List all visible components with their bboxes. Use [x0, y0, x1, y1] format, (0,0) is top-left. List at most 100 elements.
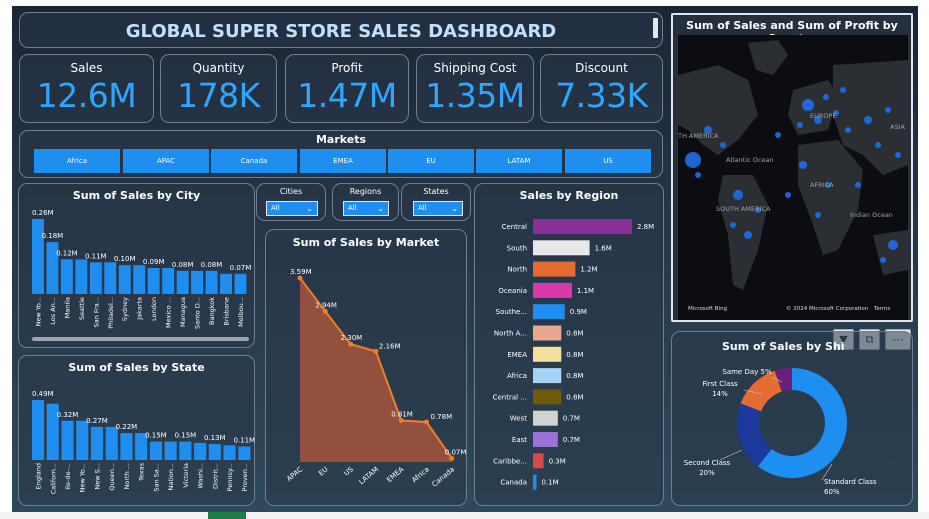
country-bubble [797, 122, 803, 128]
tick-label: Washi... [197, 463, 205, 489]
tick-label: Manila [63, 297, 71, 318]
data-point [297, 275, 303, 281]
bar [533, 346, 562, 362]
tick-label: Bangkok [208, 297, 216, 325]
country-bubble [720, 142, 726, 148]
country-bubble [895, 152, 901, 158]
data-label: 0.8M [566, 372, 583, 380]
bar [533, 389, 562, 405]
regions-dropdown[interactable]: All ⌄ [343, 201, 389, 216]
data-label: 0.15M [175, 432, 197, 440]
bar [60, 259, 73, 294]
tick-label: Queen... [108, 463, 116, 491]
taskbar-tab[interactable] [208, 512, 246, 519]
data-label: 0.27M [86, 417, 108, 425]
data-label: 2.94M [315, 301, 337, 309]
data-label: Second Class [684, 459, 731, 467]
horizontal-scrollbar[interactable] [32, 337, 249, 341]
bar [162, 268, 175, 294]
bar [208, 444, 221, 460]
market-button-eu[interactable]: EU [388, 149, 474, 173]
bar [238, 446, 251, 460]
tick-label: US [342, 465, 355, 478]
country-bubble [875, 142, 881, 148]
cities-dropdown[interactable]: All ⌄ [266, 201, 318, 216]
world-map[interactable]: TH AMERICA EUROPE ASIA Atlantic Ocean AFRICA… [678, 35, 908, 320]
market-button-canada[interactable]: Canada [211, 149, 297, 173]
kpi-value: 12.6M [36, 76, 137, 115]
bar [533, 368, 562, 384]
bar [533, 261, 576, 277]
region-bar-chart: Central 2.8M South 1.6M North 1.2M Oceania 1.1M… [493, 219, 654, 490]
data-label: 0.13M [204, 434, 226, 442]
country-bubble [695, 172, 701, 178]
tick-label: East [512, 436, 527, 444]
country-bubble [823, 94, 829, 100]
data-point [449, 455, 455, 461]
country-bubble [845, 127, 851, 133]
state-bar-chart: 0.49M England Californ... 0.32M Ile-de-... Ne… [32, 390, 255, 494]
data-label: 0.07M [230, 264, 252, 272]
tick-label: South [507, 244, 527, 252]
market-button-latam[interactable]: LATAM [476, 149, 562, 173]
bar [118, 265, 131, 294]
slicer-title: Cities [279, 187, 303, 196]
scroll-handle[interactable] [653, 18, 658, 38]
market-button-africa[interactable]: Africa [34, 149, 120, 173]
data-label: 0.8M [566, 330, 583, 338]
map-label-north-america: TH AMERICA [678, 132, 719, 140]
country-bubble [799, 161, 807, 169]
tick-label: APAC [285, 465, 304, 483]
tick-label: Victoria [182, 463, 190, 488]
slicer-cities: Cities All ⌄ [256, 183, 326, 221]
city-bar-chart: 0.26M New Yo... 0.18M Los An... 0.12M Manila S… [32, 209, 252, 329]
tick-label: Jakarta [136, 297, 144, 321]
data-point [424, 419, 429, 425]
kpi-card-quantity: Quantity 178K [160, 54, 277, 123]
data-label: 0.8M [566, 351, 583, 359]
bar [533, 240, 590, 256]
tick-label: Canada [431, 465, 457, 488]
bar [191, 270, 203, 294]
market-area-chart: 3.59M APAC 2.94M EU 2.30M US 2.16M LATAM 0.81M EM… [285, 268, 467, 489]
market-button-emea[interactable]: EMEA [300, 149, 386, 173]
country-bubble [855, 182, 861, 188]
market-chart-panel: Sum of Sales by Market 3.59M APAC 2.94M EU 2… [265, 229, 467, 506]
map-label-africa: AFRICA [810, 181, 834, 189]
tick-label: Africa [410, 465, 430, 484]
data-label: 0.07M [445, 448, 467, 456]
country-bubble [864, 116, 872, 124]
kpi-label: Discount [575, 61, 628, 75]
greenland-shape [748, 40, 788, 75]
bar [105, 426, 118, 460]
data-label: 0.22M [116, 423, 138, 431]
tick-label: Central ... [493, 393, 527, 401]
map-label-europe: EUROPE [810, 112, 837, 120]
chevron-down-icon: ⌄ [377, 204, 384, 213]
chevron-down-icon: ⌄ [306, 204, 313, 213]
country-bubble [885, 107, 891, 113]
markets-slicer: Markets Africa APAC Canada EMEA EU LATAM… [19, 130, 663, 178]
kpi-card-sales: Sales 12.6M [19, 54, 154, 123]
data-label: 0.10M [114, 255, 136, 263]
map-terms: Terms [873, 306, 890, 312]
tick-label: Canada [500, 479, 527, 487]
page-title: GLOBAL SUPER STORE SALES DASHBOARD [125, 21, 557, 42]
bar [533, 474, 537, 490]
states-dropdown[interactable]: All ⌄ [413, 201, 463, 216]
leader-line [719, 449, 743, 461]
tick-label: Sydney [121, 297, 129, 321]
title-bar: GLOBAL SUPER STORE SALES DASHBOARD [19, 12, 663, 48]
data-point [348, 341, 354, 347]
market-button-apac[interactable]: APAC [123, 149, 209, 173]
bar [133, 265, 146, 294]
bar [533, 282, 572, 298]
data-label: 2.8M [637, 223, 654, 231]
tick-label: Southe... [496, 308, 527, 316]
tick-label: Pennsy... [226, 463, 234, 491]
state-chart-panel: Sum of Sales by State 0.49M England Califo… [18, 355, 255, 506]
africa-shape [798, 140, 863, 255]
tick-label: San Sa... [152, 463, 160, 492]
market-button-us[interactable]: US [565, 149, 651, 173]
tick-label: Distrit... [211, 463, 219, 489]
